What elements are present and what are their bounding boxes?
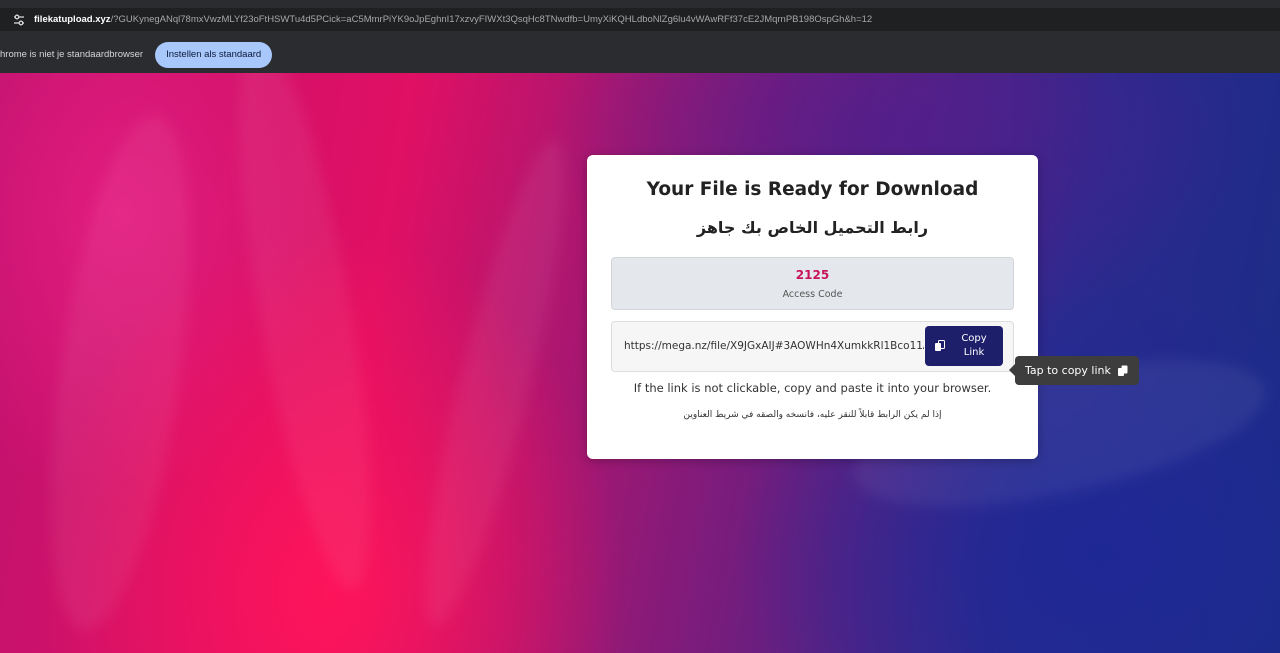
tooltip-text: Tap to copy link bbox=[1025, 364, 1111, 377]
page-title: Your File is Ready for Download bbox=[646, 179, 979, 200]
download-card: Your File is Ready for Download رابط الت… bbox=[587, 155, 1038, 459]
browser-chrome: filekatupload.xyz/?GUKynegANql78mxVwzMLY… bbox=[0, 0, 1280, 73]
background-streak bbox=[24, 107, 216, 639]
copy-icon bbox=[1117, 365, 1129, 377]
default-browser-infobar: hrome is niet je standaardbrowser Instel… bbox=[0, 38, 1280, 71]
url-host: filekatupload.xyz bbox=[34, 14, 111, 25]
access-code-label: Access Code bbox=[782, 289, 843, 300]
access-code-value: 2125 bbox=[795, 268, 830, 282]
copy-link-label: Copy Link bbox=[954, 332, 994, 360]
tune-icon[interactable] bbox=[10, 11, 28, 29]
download-link[interactable]: https://mega.nz/file/X9JGxAIJ#3AOWHn4Xum… bbox=[624, 340, 924, 352]
url-text[interactable]: filekatupload.xyz/?GUKynegANql78mxVwzMLY… bbox=[34, 14, 1264, 25]
copy-link-label-line2: Link bbox=[963, 347, 985, 358]
copy-link-button[interactable]: Copy Link bbox=[925, 326, 1003, 366]
background-streak bbox=[400, 131, 590, 635]
copy-hint-english: If the link is not clickable, copy and p… bbox=[633, 381, 992, 395]
copy-tooltip: Tap to copy link bbox=[1009, 356, 1139, 385]
address-bar[interactable]: filekatupload.xyz/?GUKynegANql78mxVwzMLY… bbox=[0, 8, 1280, 31]
copy-icon bbox=[934, 340, 946, 352]
access-code-box: 2125 Access Code bbox=[611, 257, 1014, 310]
copy-link-label-line1: Copy bbox=[961, 333, 987, 344]
infobar-message: hrome is niet je standaardbrowser bbox=[0, 49, 144, 60]
tooltip-arrow bbox=[1009, 364, 1015, 376]
copy-hint-arabic: إذا لم يكن الرابط قابلاً للنقر عليه، فان… bbox=[683, 410, 942, 420]
set-default-button[interactable]: Instellen als standaard bbox=[155, 41, 273, 68]
url-path: /?GUKynegANql78mxVwzMLYf23oFtHSWTu4d5PCi… bbox=[110, 14, 873, 25]
background-streak bbox=[212, 73, 398, 597]
link-box: https://mega.nz/file/X9JGxAIJ#3AOWHn4Xum… bbox=[611, 321, 1014, 372]
page-subtitle-arabic: رابط التحميل الخاص بك جاهز bbox=[696, 218, 929, 237]
